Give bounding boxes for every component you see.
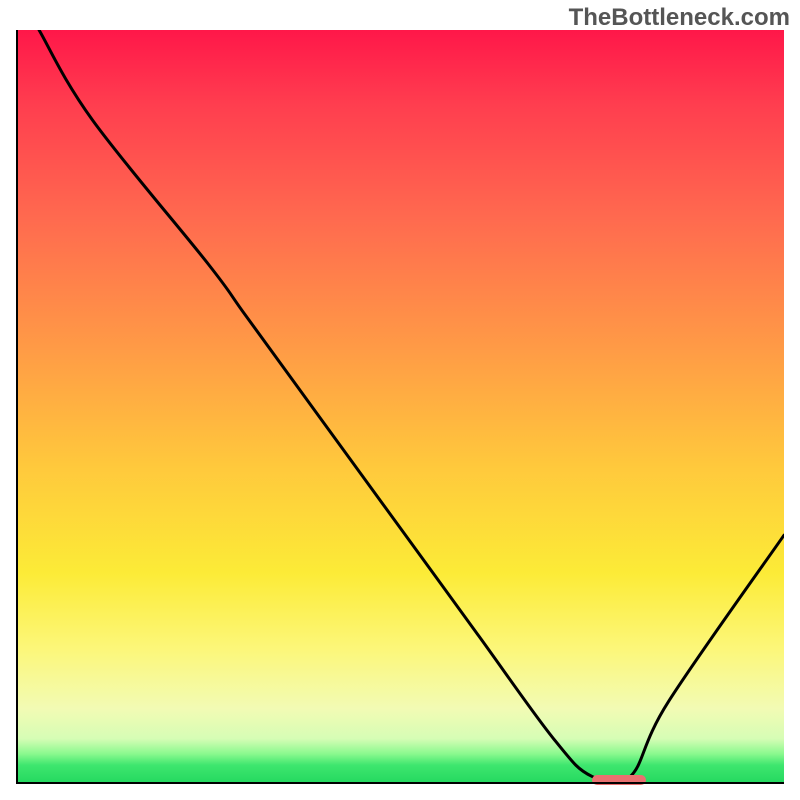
axis-x [16, 782, 784, 784]
watermark-text: TheBottleneck.com [569, 4, 790, 32]
axis-y [16, 30, 18, 784]
chart-canvas: TheBottleneck.com [0, 0, 800, 800]
bottleneck-curve [16, 30, 784, 784]
